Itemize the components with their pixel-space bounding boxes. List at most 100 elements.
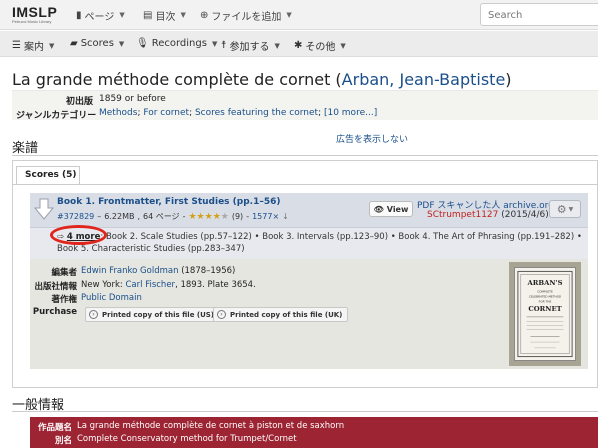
first-pub-label: 初出版 [66, 97, 94, 107]
arrow-circle-icon: › [217, 310, 226, 319]
editor-link[interactable]: Edwin Franko Goldman [81, 266, 178, 276]
page-title: La grande méthode complète de cornet (Ar… [12, 70, 512, 89]
cover-line-3: CELEBRATED METHOD [529, 295, 562, 299]
tab-scores[interactable]: Scores (5) [16, 166, 80, 184]
publisher-label: 出版社情報 [34, 282, 77, 292]
tab-divider [12, 184, 598, 185]
file-id-link[interactable]: #372829 [57, 212, 94, 221]
genre-more-link[interactable]: [10 more...] [324, 108, 377, 118]
more-files-list: Book 2. Scale Studies (pp.57–122) • Book… [105, 232, 582, 242]
cover-thumbnail[interactable]: ARBAN'S COMPLETE CELEBRATED METHOD FOR T… [509, 262, 581, 366]
nav-more[interactable]: ✱ その他 ▼ [294, 38, 346, 53]
chevron-down-icon: ▼ [340, 41, 346, 50]
add-file-menu[interactable]: ⊕ ファイルを追加 ▼ [200, 8, 292, 23]
separator: - [182, 212, 186, 221]
cover-line-1: ARBAN'S [527, 279, 563, 287]
page-menu-label: ページ [84, 11, 115, 23]
file-options-button[interactable]: ⚙ ▼ [549, 200, 581, 218]
alt-title-label: 別名 [54, 436, 72, 446]
work-title-label: 作品題名 [37, 423, 72, 433]
cover-line-5: CORNET [528, 305, 561, 313]
toc-icon: ▤ [143, 9, 153, 21]
chevron-down-icon: ▼ [118, 39, 125, 48]
menu-icon: ☰ [12, 40, 21, 51]
separator: – [97, 212, 102, 221]
first-pub-value: 1859 or before [99, 94, 166, 104]
purchase-us-label: Printed copy of this file (US) [102, 310, 214, 319]
add-file-menu-label: ファイルを追加 [211, 11, 282, 23]
publisher-city: New York: [81, 280, 126, 290]
work-title-value: La grande méthode complète de cornet à p… [77, 421, 345, 431]
chevron-down-icon: ▼ [274, 41, 280, 50]
rating-stars[interactable]: ★★★★★ [188, 212, 228, 222]
eye-icon: 👁 [373, 204, 384, 214]
toc-menu[interactable]: ▤ 目次 ▼ [143, 8, 186, 23]
public-domain-link[interactable]: Public Domain [81, 293, 142, 303]
purchase-uk-label: Printed copy of this file (UK) [230, 310, 343, 319]
genre-link-methods[interactable]: Methods [99, 108, 137, 118]
composer-link[interactable]: Arban, Jean-Baptiste [342, 70, 506, 89]
nav-guide[interactable]: ☰ 案内 ▼ [12, 38, 54, 53]
rating-count: (9) [231, 212, 244, 221]
nav-recordings[interactable]: 🎙 Recordings ▼ [136, 38, 217, 49]
more-files-line: ⇨ 4 more: Book 2. Scale Studies (pp.57–1… [57, 232, 582, 242]
nav-more-label: その他 [305, 42, 336, 53]
scanner-link[interactable]: SCtrumpet1127 [427, 210, 498, 220]
chevron-down-icon: ▼ [211, 39, 218, 48]
nav-participate[interactable]: ☨ 参加する ▼ [221, 38, 280, 53]
microphone-icon: 🎙 [136, 38, 149, 49]
view-button-label: View [386, 204, 409, 214]
page-count: 64 ページ [143, 212, 180, 221]
scanner-info: SCtrumpet1127 (2015/4/6) [427, 210, 549, 220]
nav-scores-label: Scores [80, 38, 114, 49]
score-details: #372829 – 6.22MB , 64 ページ - ★★★★★ (9) - … [57, 211, 289, 222]
heading-divider [12, 411, 598, 412]
chevron-down-icon: ▼ [48, 41, 55, 50]
download-count[interactable]: 1577× [252, 212, 279, 221]
nav-guide-label: 案内 [23, 42, 44, 53]
main-nav: ☰ 案内 ▼ ▰ Scores ▼ 🎙 Recordings ▼ ☨ 参加する … [0, 31, 598, 57]
copyright-value: Public Domain [81, 293, 142, 303]
imslp-logo[interactable]: IMSLP Petrucci Music Library [12, 5, 62, 25]
publisher-link[interactable]: Carl Fischer [126, 280, 176, 290]
nav-recordings-label: Recordings [151, 38, 207, 49]
scores-heading: 楽譜 [12, 141, 39, 156]
logo-text: IMSLP [12, 4, 58, 20]
cover-image: ARBAN'S COMPLETE CELEBRATED METHOD FOR T… [514, 267, 576, 361]
search-input[interactable]: Search [480, 3, 598, 26]
editor-years: (1878–1956) [181, 266, 236, 276]
genre-link-featuring[interactable]: Scores featuring the cornet [195, 108, 318, 118]
cover-line-2: COMPLETE [537, 290, 553, 294]
heading-divider [12, 155, 598, 156]
chevron-down-icon: ▼ [180, 11, 186, 19]
genre-label: ジャンルカテゴリー [16, 111, 97, 121]
highlight-circle [50, 225, 107, 245]
title-suffix: ) [505, 70, 512, 89]
score-title-link[interactable]: Book 1. Frontmatter, First Studies (pp.1… [57, 197, 280, 207]
editor-label: 編集者 [51, 268, 77, 278]
book-icon: ▰ [70, 38, 78, 49]
genre-values: Methods; For cornet; Scores featuring th… [99, 108, 378, 118]
nav-scores[interactable]: ▰ Scores ▼ [70, 38, 124, 49]
page-icon: ▮ [76, 9, 82, 21]
publisher-details: , 1893. Plate 3654. [175, 280, 256, 290]
editor-value: Edwin Franko Goldman (1878–1956) [81, 266, 235, 276]
copyright-label: 著作権 [51, 295, 77, 305]
alt-title-value: Complete Conservatory method for Trumpet… [77, 434, 297, 444]
toc-menu-label: 目次 [155, 11, 176, 23]
chevron-down-icon: ▼ [568, 205, 574, 213]
chevron-down-icon: ▼ [119, 11, 125, 19]
purchase-label: Purchase [32, 307, 77, 317]
view-button[interactable]: 👁 View [369, 201, 413, 217]
nav-participate-label: 参加する [229, 42, 270, 53]
download-arrow-icon[interactable] [34, 198, 54, 220]
more-files-line-2: Book 5. Characteristic Studies (pp.283–3… [57, 244, 245, 254]
title-text: La grande méthode complète de cornet ( [12, 70, 342, 89]
page-menu[interactable]: ▮ ページ ▼ [76, 8, 125, 23]
genre-link-cornet[interactable]: For cornet [143, 108, 189, 118]
purchase-us-button[interactable]: › Printed copy of this file (US) [85, 307, 220, 322]
purchase-uk-button[interactable]: › Printed copy of this file (UK) [213, 307, 349, 322]
hide-ads-link[interactable]: 広告を表示しない [336, 132, 408, 145]
asterisk-icon: ✱ [294, 40, 303, 51]
cover-line-4: FOR THE [539, 299, 552, 303]
